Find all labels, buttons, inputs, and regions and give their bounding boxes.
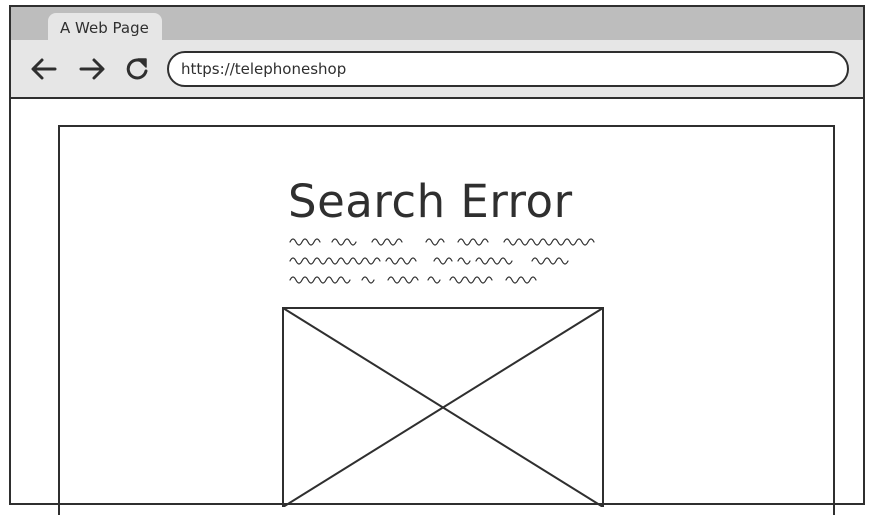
arrow-left-icon (31, 58, 57, 80)
address-bar[interactable] (167, 51, 849, 87)
browser-chrome: A Web Page (11, 7, 863, 99)
page-title: Search Error (288, 175, 573, 228)
page-content: Search Error (58, 125, 835, 515)
forward-button[interactable] (77, 54, 107, 84)
reload-icon (126, 58, 148, 80)
reload-button[interactable] (122, 54, 152, 84)
navigation-bar (11, 40, 863, 97)
tab-label: A Web Page (60, 19, 149, 37)
tab-a-web-page[interactable]: A Web Page (48, 13, 162, 40)
image-placeholder (282, 307, 604, 507)
placeholder-text-line (289, 276, 537, 284)
placeholder-text-line (289, 238, 595, 246)
browser-window: A Web Page Search Er (9, 5, 865, 515)
back-button[interactable] (29, 54, 59, 84)
arrow-right-icon (79, 58, 105, 80)
placeholder-text-line (289, 257, 569, 265)
placeholder-text (289, 238, 595, 284)
tab-strip: A Web Page (11, 7, 863, 40)
